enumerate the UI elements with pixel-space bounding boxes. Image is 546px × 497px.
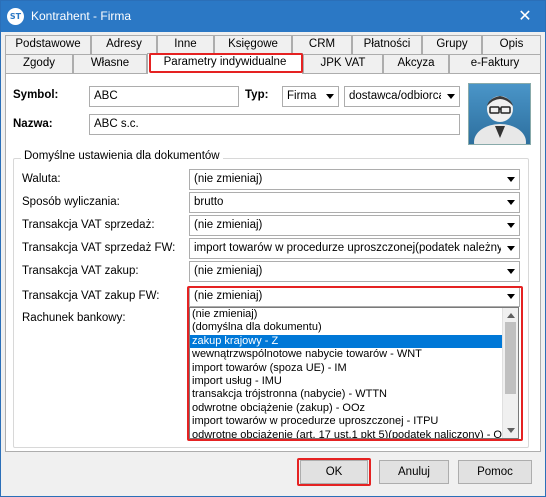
- tab-wlasne[interactable]: Własne: [73, 54, 147, 73]
- dropdown-option[interactable]: odwrotne obciążenie (zakup) - OOz: [190, 402, 502, 415]
- dialog-window: ST Kontrahent - Firma ✕ Podstawowe Adres…: [0, 0, 546, 497]
- chevron-down-icon: [507, 223, 515, 228]
- chevron-down-icon: [507, 269, 515, 274]
- scroll-up-icon[interactable]: [507, 313, 515, 318]
- sposob-label: Sposób wyliczania:: [22, 196, 120, 208]
- app-logo-icon: ST: [7, 8, 24, 25]
- vat-zakup-fw-value: (nie zmieniaj): [194, 290, 263, 302]
- dropdown-option[interactable]: import towarów (spoza UE) - IM: [190, 362, 502, 375]
- sposob-value: brutto: [194, 196, 224, 208]
- symbol-label: Symbol:: [13, 89, 59, 101]
- chevron-down-icon: [447, 94, 455, 99]
- dropdown-option[interactable]: wewnątrzwspólnotowe nabycie towarów - WN…: [190, 348, 502, 361]
- tab-parametry-indywidualne[interactable]: Parametry indywidualne: [147, 53, 303, 74]
- waluta-value: (nie zmieniaj): [194, 173, 263, 185]
- vat-zakup-fw-select[interactable]: (nie zmieniaj): [189, 286, 520, 307]
- dropdown-option[interactable]: import towarów w procedurze uproszczonej…: [190, 415, 502, 428]
- chevron-down-icon: [507, 177, 515, 182]
- vat-zakup-fw-label: Transakcja VAT zakup FW:: [22, 290, 160, 302]
- cancel-button[interactable]: Anuluj: [379, 460, 449, 484]
- tab-akcyza[interactable]: Akcyza: [383, 54, 449, 73]
- vat-zakup-select[interactable]: (nie zmieniaj): [189, 261, 520, 282]
- chevron-down-icon: [507, 200, 515, 205]
- tab-adresy[interactable]: Adresy: [91, 35, 157, 54]
- vat-sprzedaz-select[interactable]: (nie zmieniaj): [189, 215, 520, 236]
- rachunek-label: Rachunek bankowy:: [22, 312, 126, 324]
- dropdown-option[interactable]: transakcja trójstronna (nabycie) - WTTN: [190, 388, 502, 401]
- tab-grupy[interactable]: Grupy: [422, 35, 482, 54]
- role-select[interactable]: dostawca/odbiorca: [344, 86, 460, 107]
- help-button[interactable]: Pomoc: [458, 460, 532, 484]
- tab-inne[interactable]: Inne: [157, 35, 214, 54]
- dropdown-option[interactable]: import usług - IMU: [190, 375, 502, 388]
- dropdown-option[interactable]: odwrotne obciążenie (art. 17 ust.1 pkt 5…: [190, 429, 502, 438]
- window-title: Kontrahent - Firma: [31, 9, 132, 23]
- tab-jpk-vat[interactable]: JPK VAT: [303, 54, 383, 73]
- defaults-group-title: Domyślne ustawienia dla dokumentów: [21, 150, 223, 162]
- vat-sprzedaz-fw-select[interactable]: import towarów w procedurze uproszczonej…: [189, 238, 520, 259]
- typ-label: Typ:: [245, 89, 269, 101]
- vat-sprzedaz-fw-label: Transakcja VAT sprzedaż FW:: [22, 242, 176, 254]
- dropdown-option[interactable]: (domyślna dla dokumentu): [190, 321, 502, 334]
- waluta-select[interactable]: (nie zmieniaj): [189, 169, 520, 190]
- close-icon[interactable]: ✕: [515, 6, 535, 26]
- chevron-down-icon: [507, 246, 515, 251]
- vat-zakup-value: (nie zmieniaj): [194, 265, 263, 277]
- tab-podstawowe[interactable]: Podstawowe: [5, 35, 91, 54]
- tab-ksiegowe[interactable]: Księgowe: [214, 35, 292, 54]
- dropdown-option-selected[interactable]: zakup krajowy - Z: [190, 334, 502, 349]
- dropdown-scrollbar[interactable]: [502, 308, 518, 438]
- vat-sprzedaz-label: Transakcja VAT sprzedaż:: [22, 219, 155, 231]
- chevron-down-icon: [326, 94, 334, 99]
- symbol-field[interactable]: ABC: [89, 86, 239, 107]
- typ-value: Firma: [287, 90, 317, 102]
- vat-zakup-label: Transakcja VAT zakup:: [22, 265, 139, 277]
- tab-e-faktury[interactable]: e-Faktury: [449, 54, 541, 73]
- vat-sprzedaz-fw-value: import towarów w procedurze uproszczonej…: [194, 242, 501, 254]
- vat-zakup-fw-dropdown-list[interactable]: (nie zmieniaj) (domyślna dla dokumentu) …: [189, 307, 519, 439]
- nazwa-field[interactable]: ABC s.c.: [89, 114, 460, 135]
- tab-opis[interactable]: Opis: [482, 35, 541, 54]
- tab-zgody[interactable]: Zgody: [5, 54, 73, 73]
- scroll-down-icon[interactable]: [507, 428, 515, 433]
- vat-sprzedaz-value: (nie zmieniaj): [194, 219, 263, 231]
- title-bar: ST Kontrahent - Firma ✕: [1, 1, 545, 32]
- chevron-down-icon: [507, 294, 515, 299]
- role-value: dostawca/odbiorca: [349, 90, 441, 102]
- tab-platnosci[interactable]: Płatności: [352, 35, 422, 54]
- typ-select[interactable]: Firma: [282, 86, 339, 107]
- tab-crm[interactable]: CRM: [292, 35, 352, 54]
- ok-button[interactable]: OK: [300, 460, 368, 484]
- scroll-thumb[interactable]: [505, 322, 516, 394]
- dropdown-option[interactable]: (nie zmieniaj): [190, 308, 502, 321]
- nazwa-label: Nazwa:: [13, 118, 53, 130]
- person-avatar-icon: [468, 83, 531, 145]
- sposob-select[interactable]: brutto: [189, 192, 520, 213]
- waluta-label: Waluta:: [22, 173, 61, 185]
